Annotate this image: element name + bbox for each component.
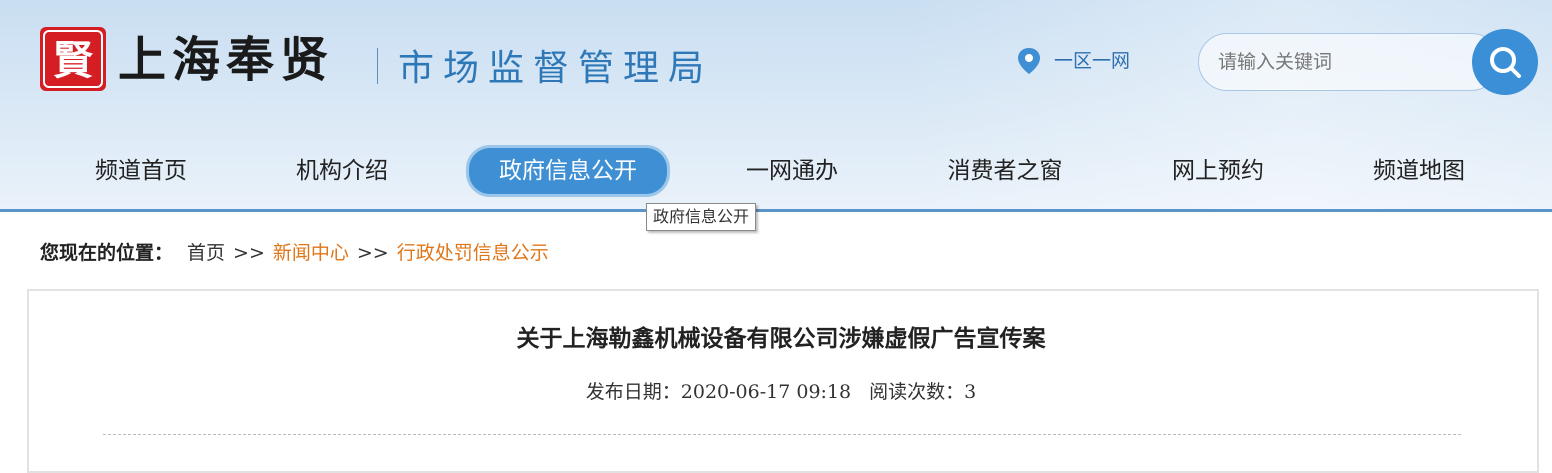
breadcrumb-home-link[interactable]: 首页 (187, 242, 225, 264)
nav-tooltip: 政府信息公开 (646, 203, 757, 231)
breadcrumb-news-link[interactable]: 新闻中心 (273, 242, 349, 264)
header-banner: 賢 上海奉贤 市场监督管理局 一区一网 频道首页 机构介绍 政府信息公开 一网通… (0, 0, 1552, 212)
nav-bottom-border (0, 209, 1552, 212)
site-subtitle: 市场监督管理局 (398, 48, 714, 89)
logo-divider (377, 48, 378, 84)
search-icon (1490, 47, 1521, 78)
location-pin-icon[interactable] (1014, 46, 1044, 76)
nav-channel-map[interactable]: 频道地图 (1354, 148, 1484, 194)
nav-gov-info-public[interactable]: 政府信息公开 (466, 145, 670, 197)
logo-seal-icon[interactable]: 賢 (40, 27, 106, 91)
read-count-value: 3 (964, 381, 977, 403)
publish-date-value: 2020-06-17 09:18 (680, 381, 852, 403)
search-input[interactable] (1216, 44, 1460, 80)
meta-divider (103, 434, 1461, 435)
article-meta: 发布日期：2020-06-17 09:18 阅读次数：3 (0, 378, 1552, 406)
site-title[interactable]: 上海奉贤 (118, 25, 334, 95)
search-button[interactable] (1472, 29, 1538, 95)
nav-consumer-window[interactable]: 消费者之窗 (930, 148, 1080, 194)
breadcrumb-separator: >> (356, 242, 389, 264)
nav-org-intro[interactable]: 机构介绍 (277, 148, 407, 194)
breadcrumb-label: 您现在的位置： (40, 242, 174, 264)
one-district-one-network-link[interactable]: 一区一网 (1054, 48, 1130, 74)
article-title: 关于上海勒鑫机械设备有限公司涉嫌虚假广告宣传案 (516, 326, 1046, 352)
breadcrumb: 您现在的位置： 首页 >> 新闻中心 >> 行政处罚信息公示 (40, 238, 549, 268)
svg-text:賢: 賢 (53, 37, 94, 84)
nav-channel-home[interactable]: 频道首页 (76, 148, 206, 194)
nav-one-network-service[interactable]: 一网通办 (727, 148, 857, 194)
read-count-label: 阅读次数： (869, 381, 965, 403)
breadcrumb-current-link[interactable]: 行政处罚信息公示 (397, 242, 549, 264)
breadcrumb-separator: >> (233, 242, 265, 264)
publish-date-label: 发布日期： (585, 381, 681, 403)
nav-online-booking[interactable]: 网上预约 (1153, 148, 1283, 194)
